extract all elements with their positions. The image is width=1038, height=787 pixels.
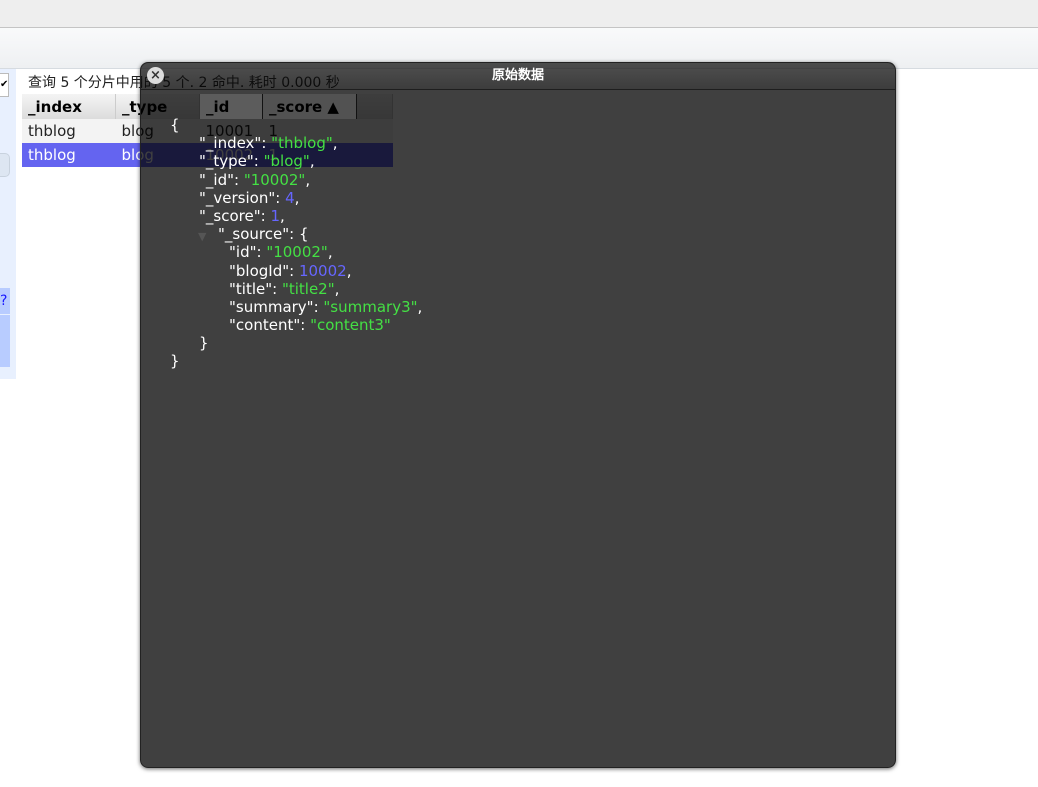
json-line: "_type": "blog", xyxy=(199,152,315,171)
json-line: } xyxy=(199,334,209,353)
help-link[interactable]: ? xyxy=(0,288,10,315)
json-key: "summary": xyxy=(229,297,324,316)
json-key: "_index": xyxy=(199,134,272,153)
json-line: } xyxy=(170,352,180,371)
column-id[interactable]: _id xyxy=(199,94,263,119)
json-value: "10002" xyxy=(243,170,306,189)
sidebar: ✔ ? xyxy=(0,69,16,379)
json-line: "id": "10002", xyxy=(229,243,333,262)
table-header: _index _type _id _score ▲ xyxy=(22,94,393,119)
json-key: "id": xyxy=(229,243,267,262)
json-key: "title": xyxy=(229,279,282,298)
sidebar-item[interactable] xyxy=(0,341,10,368)
json-line: "blogId": 10002, xyxy=(229,261,352,280)
json-value: 4 xyxy=(285,188,295,207)
json-line: "_index": "thblog", xyxy=(199,134,338,153)
json-line: "_id": "10002", xyxy=(199,170,311,189)
cell-index: thblog xyxy=(22,143,116,167)
json-key: "content": xyxy=(229,316,311,335)
json-value: "blog" xyxy=(263,152,310,171)
dialog-body: { "_index": "thblog", "_type": "blog", "_id… xyxy=(145,90,891,764)
json-value: 10002 xyxy=(298,261,347,280)
raw-data-dialog: 原始数据 × { "_index": "thblog", "_type": "blo… xyxy=(140,62,896,768)
json-line: "_score": 1, xyxy=(199,206,285,225)
close-icon[interactable]: × xyxy=(147,67,164,84)
dialog-title-bar[interactable]: 原始数据 xyxy=(141,63,895,90)
json-value: "content3" xyxy=(310,316,391,335)
column-score[interactable]: _score ▲ xyxy=(262,94,357,119)
sidebar-item[interactable] xyxy=(0,315,10,342)
json-line: "title": "title2", xyxy=(229,279,340,298)
json-line: "content": "content3" xyxy=(170,316,422,334)
json-value: "thblog" xyxy=(271,134,333,153)
json-key: "_type": xyxy=(199,152,264,171)
cell-index: thblog xyxy=(22,119,116,143)
json-key: "blogId": xyxy=(229,261,299,280)
json-line: ▼ "_source": { xyxy=(170,225,422,243)
index-select[interactable]: ✔ xyxy=(0,73,9,97)
json-key: "_version": xyxy=(199,188,286,207)
json-value: { xyxy=(298,225,309,244)
json-value: "title2" xyxy=(281,279,335,298)
json-line: "_version": 4, xyxy=(199,188,300,207)
sidebar-button[interactable] xyxy=(0,153,10,177)
column-index[interactable]: _index xyxy=(22,94,116,119)
json-key: "_score": xyxy=(199,206,271,225)
json-key: "_source": xyxy=(218,225,299,244)
json-value: "10002" xyxy=(266,243,328,262)
json-line: "summary": "summary3", xyxy=(229,297,423,316)
json-value: 1 xyxy=(270,206,280,225)
json-value: "summary3" xyxy=(323,297,418,316)
json-key: "_id": xyxy=(199,170,244,189)
browser-top-bar xyxy=(0,0,1038,28)
json-viewer: { "_index": "thblog", "_type": "blog", "_id… xyxy=(170,116,422,371)
dialog-title: 原始数据 xyxy=(491,68,544,83)
